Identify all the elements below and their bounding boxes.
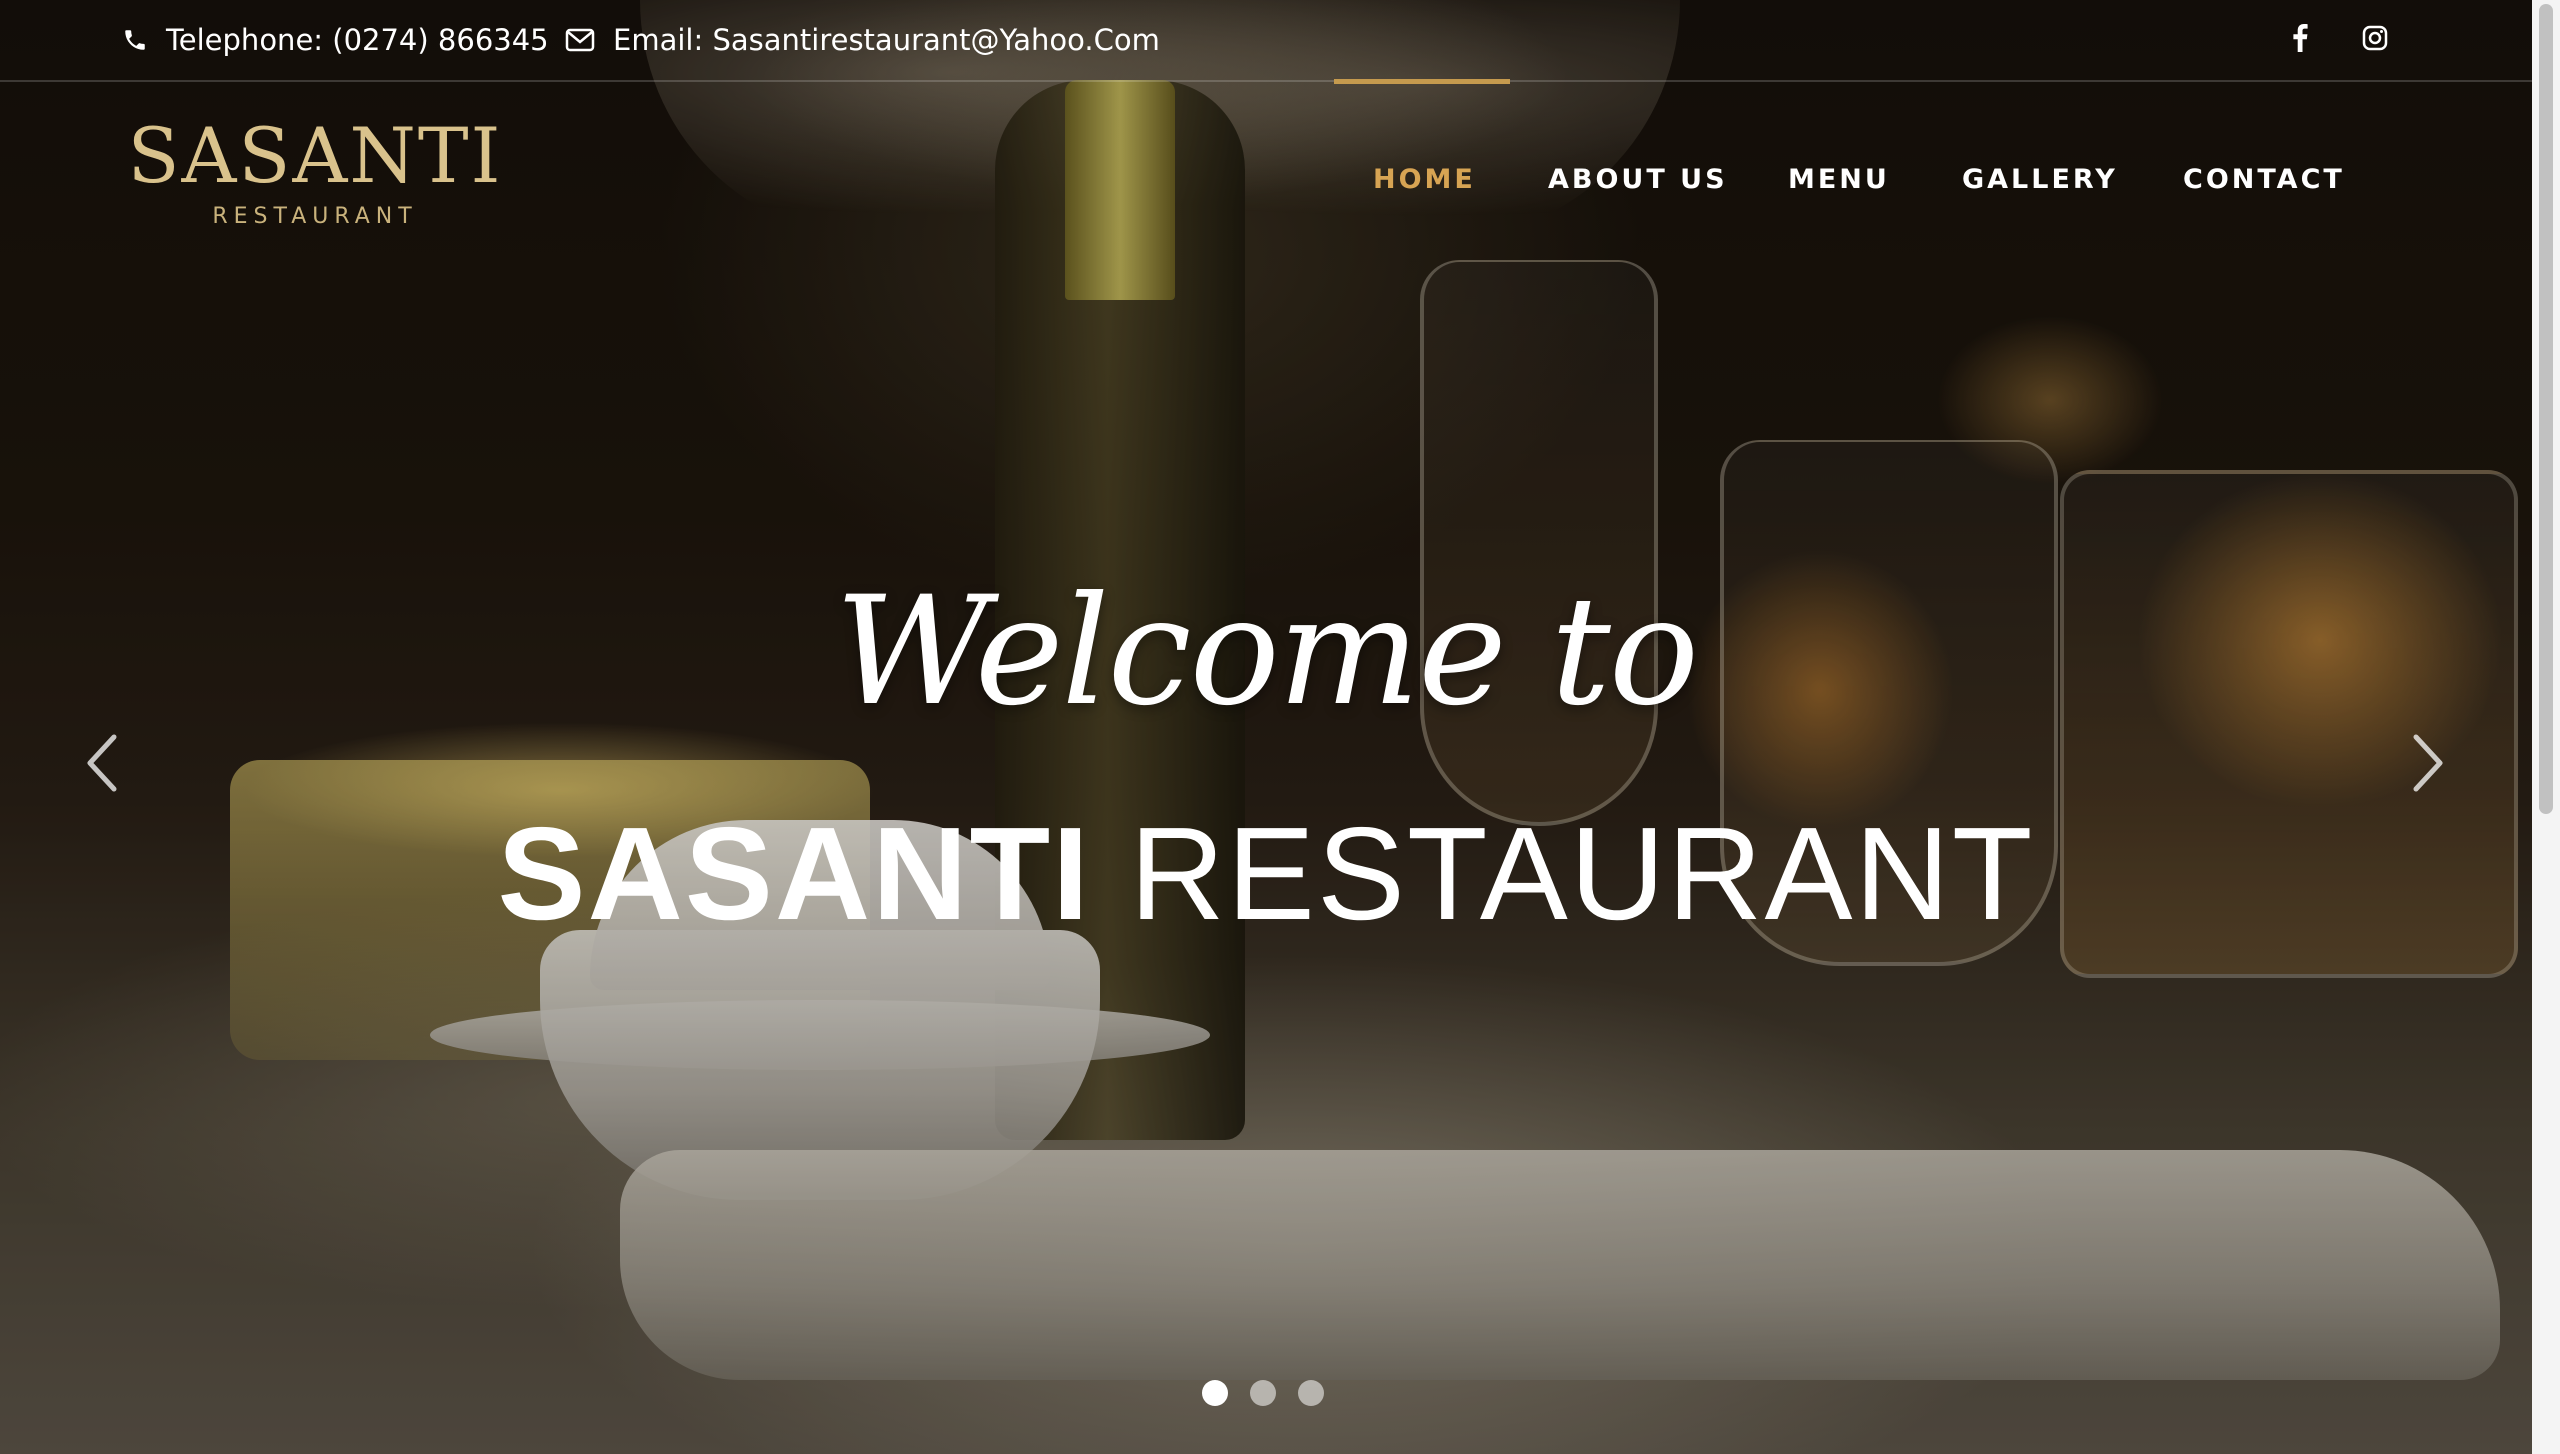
slider-dot-2[interactable] [1250, 1380, 1276, 1406]
contact-email-text: Email: Sasantirestaurant@Yahoo.Com [613, 23, 1160, 57]
chevron-left-icon [82, 731, 122, 800]
hero-plate [430, 1000, 1210, 1070]
logo-main-text: SASANTI [127, 111, 503, 200]
scrollbar-thumb[interactable] [2539, 4, 2553, 814]
site-logo[interactable]: SASANTI RESTAURANT [125, 111, 505, 230]
contact-phone[interactable]: Telephone: (0274) 866345 [122, 20, 549, 60]
chevron-right-icon [2408, 731, 2448, 800]
hero-title-light: RESTAURANT [1129, 800, 2035, 947]
nav-about-us[interactable]: ABOUT US [1548, 164, 1728, 195]
hero-glass-1 [1420, 260, 1658, 826]
slider-dot-1[interactable] [1202, 1380, 1228, 1406]
hero-title-bold: SASANTI [497, 800, 1091, 947]
contact-email[interactable]: Email: Sasantirestaurant@Yahoo.Com [565, 20, 1160, 60]
hero-tureen [540, 930, 1100, 1200]
instagram-link[interactable] [2355, 20, 2395, 60]
nav-contact[interactable]: CONTACT [2183, 164, 2345, 195]
hero-napkin [620, 1150, 2500, 1380]
nav-gallery[interactable]: GALLERY [1962, 164, 2118, 195]
slider-prev-button[interactable] [72, 730, 132, 800]
logo-sub-text: RESTAURANT [212, 204, 418, 229]
slider-dots [1202, 1380, 1324, 1406]
nav-home[interactable]: HOME [1373, 164, 1476, 195]
nav-menu[interactable]: MENU [1788, 164, 1890, 195]
facebook-icon [2292, 23, 2308, 57]
top-bar: Telephone: (0274) 866345 Email: Sasantir… [0, 0, 2532, 82]
hero-title: SASANTI RESTAURANT [0, 808, 2532, 940]
envelope-icon [565, 28, 595, 52]
instagram-icon [2362, 25, 2388, 56]
nav-active-indicator [1334, 79, 1510, 84]
hero-bottle-neck [1065, 80, 1175, 300]
page: Telephone: (0274) 866345 Email: Sasantir… [0, 0, 2560, 1454]
phone-icon [122, 27, 148, 53]
hero-welcome-script: Welcome to [834, 565, 1699, 739]
contact-phone-text: Telephone: (0274) 866345 [166, 23, 549, 57]
slider-dot-3[interactable] [1298, 1380, 1324, 1406]
slider-next-button[interactable] [2398, 730, 2458, 800]
scrollbar[interactable] [2532, 0, 2560, 1454]
facebook-link[interactable] [2280, 20, 2320, 60]
